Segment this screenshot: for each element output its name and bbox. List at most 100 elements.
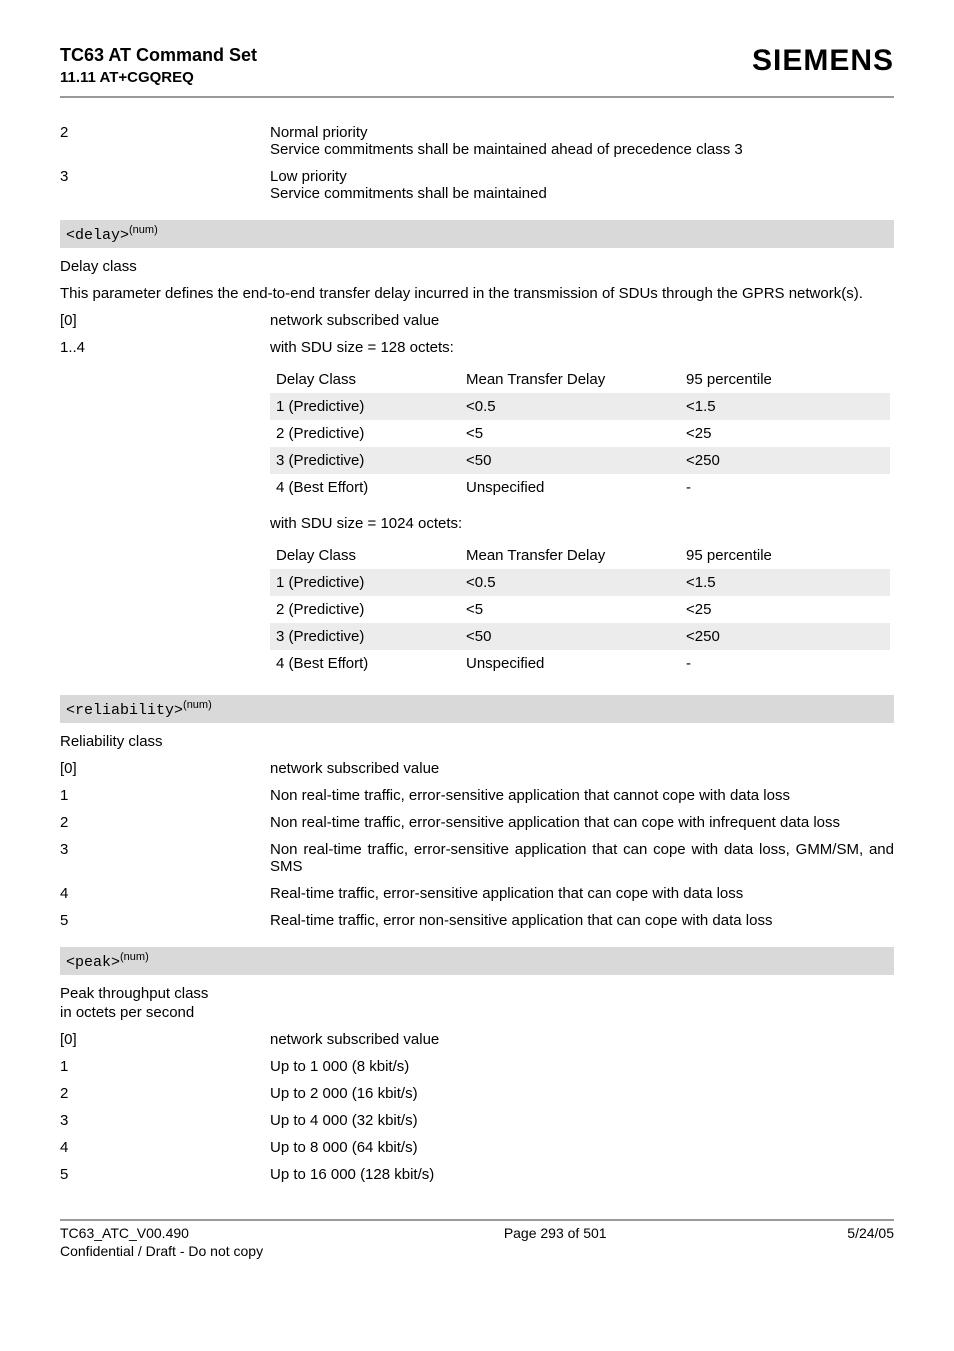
table-cell: - [680, 474, 890, 501]
kv-key: 3 [60, 1112, 270, 1129]
table-cell: 1 (Predictive) [270, 393, 460, 420]
kv-value: Real-time traffic, error-sensitive appli… [270, 885, 894, 902]
kv-value: Non real-time traffic, error-sensitive a… [270, 787, 894, 804]
kv-row: [0]network subscribed value [60, 312, 894, 329]
table-cell: 3 (Predictive) [270, 623, 460, 650]
kv-key: 2 [60, 1085, 270, 1102]
header-sub: 11.11 AT+CGQREQ [60, 69, 257, 86]
table-cell: <1.5 [680, 569, 890, 596]
table-row: 2 (Predictive)<5<25 [270, 596, 890, 623]
delay-caption-1024: with SDU size = 1024 octets: [270, 515, 894, 532]
kv-value: network subscribed value [270, 1031, 894, 1048]
table-cell: <0.5 [460, 569, 680, 596]
delay-label: Delay class [60, 258, 894, 275]
delay-table-1024: Delay ClassMean Transfer Delay95 percent… [270, 542, 890, 677]
kv-row: 4Up to 8 000 (64 kbit/s) [60, 1139, 894, 1156]
kv-value: network subscribed value [270, 760, 894, 777]
reliability-label: Reliability class [60, 733, 894, 750]
kv-row: 3Up to 4 000 (32 kbit/s) [60, 1112, 894, 1129]
kv-row: 1..4with SDU size = 128 octets: [60, 339, 894, 356]
footer-rule [60, 1219, 894, 1221]
header-title: TC63 AT Command Set [60, 44, 257, 67]
kv-value: Up to 1 000 (8 kbit/s) [270, 1058, 894, 1075]
kv-row: 1Non real-time traffic, error-sensitive … [60, 787, 894, 804]
kv-value: Up to 2 000 (16 kbit/s) [270, 1085, 894, 1102]
kv-value: Non real-time traffic, error-sensitive a… [270, 814, 894, 831]
delay-table-128: Delay ClassMean Transfer Delay95 percent… [270, 366, 890, 501]
kv-key: [0] [60, 312, 270, 329]
page-footer: TC63_ATC_V00.490 Confidential / Draft - … [60, 1225, 894, 1259]
header-rule [60, 96, 894, 98]
kv-value: Up to 8 000 (64 kbit/s) [270, 1139, 894, 1156]
table-row: 3 (Predictive)<50<250 [270, 623, 890, 650]
param-peak-sup: (num) [120, 951, 149, 963]
table-row: 1 (Predictive)<0.5<1.5 [270, 393, 890, 420]
kv-row: 5Real-time traffic, error non-sensitive … [60, 912, 894, 929]
kv-key: 2 [60, 124, 270, 158]
table-row: 4 (Best Effort)Unspecified- [270, 474, 890, 501]
table-cell: <50 [460, 447, 680, 474]
table-row: 3 (Predictive)<50<250 [270, 447, 890, 474]
kv-key: 3 [60, 841, 270, 875]
kv-row: 3Low priority Service commitments shall … [60, 168, 894, 202]
kv-row: [0]network subscribed value [60, 1031, 894, 1048]
kv-key: [0] [60, 760, 270, 777]
kv-key: [0] [60, 1031, 270, 1048]
table-header-cell: 95 percentile [680, 542, 890, 569]
kv-value: Normal priority Service commitments shal… [270, 124, 894, 158]
table-cell: Unspecified [460, 474, 680, 501]
kv-key: 1 [60, 1058, 270, 1075]
table-header-cell: Mean Transfer Delay [460, 542, 680, 569]
brand-logo: SIEMENS [752, 44, 894, 78]
param-peak-code: <peak> [66, 954, 120, 971]
param-delay-heading: <delay>(num) [60, 220, 894, 248]
table-row: 4 (Best Effort)Unspecified- [270, 650, 890, 677]
table-cell: 4 (Best Effort) [270, 650, 460, 677]
table-cell: <5 [460, 596, 680, 623]
table-cell: Unspecified [460, 650, 680, 677]
table-cell: <250 [680, 447, 890, 474]
table-cell: <25 [680, 596, 890, 623]
kv-value: Non real-time traffic, error-sensitive a… [270, 841, 894, 875]
kv-key: 4 [60, 1139, 270, 1156]
kv-value: Up to 16 000 (128 kbit/s) [270, 1166, 894, 1183]
footer-left-2: Confidential / Draft - Do not copy [60, 1243, 263, 1259]
table-cell: 4 (Best Effort) [270, 474, 460, 501]
table-cell: 2 (Predictive) [270, 420, 460, 447]
footer-right: 5/24/05 [847, 1225, 894, 1259]
kv-key: 1..4 [60, 339, 270, 356]
header-left: TC63 AT Command Set 11.11 AT+CGQREQ [60, 44, 257, 86]
delay-desc: This parameter defines the end-to-end tr… [60, 285, 894, 302]
table-cell: <50 [460, 623, 680, 650]
kv-key: 5 [60, 912, 270, 929]
kv-key: 3 [60, 168, 270, 202]
table-header-cell: 95 percentile [680, 366, 890, 393]
kv-value: Low priority Service commitments shall b… [270, 168, 894, 202]
table-cell: <250 [680, 623, 890, 650]
kv-key: 1 [60, 787, 270, 804]
kv-key: 2 [60, 814, 270, 831]
table-header-cell: Mean Transfer Delay [460, 366, 680, 393]
kv-row: [0]network subscribed value [60, 760, 894, 777]
table-cell: <0.5 [460, 393, 680, 420]
table-cell: 2 (Predictive) [270, 596, 460, 623]
param-reliability-code: <reliability> [66, 702, 183, 719]
kv-row: 3Non real-time traffic, error-sensitive … [60, 841, 894, 875]
kv-row: 1Up to 1 000 (8 kbit/s) [60, 1058, 894, 1075]
table-cell: 3 (Predictive) [270, 447, 460, 474]
kv-value: network subscribed value [270, 312, 894, 329]
table-cell: - [680, 650, 890, 677]
param-delay-code: <delay> [66, 227, 129, 244]
kv-row: 2Non real-time traffic, error-sensitive … [60, 814, 894, 831]
param-reliability-heading: <reliability>(num) [60, 695, 894, 723]
kv-row: 2Normal priority Service commitments sha… [60, 124, 894, 158]
table-cell: <5 [460, 420, 680, 447]
peak-sublabel: in octets per second [60, 1004, 894, 1021]
table-row: 1 (Predictive)<0.5<1.5 [270, 569, 890, 596]
kv-key: 5 [60, 1166, 270, 1183]
kv-row: 4Real-time traffic, error-sensitive appl… [60, 885, 894, 902]
param-delay-sup: (num) [129, 224, 158, 236]
kv-key: 4 [60, 885, 270, 902]
param-peak-heading: <peak>(num) [60, 947, 894, 975]
peak-label: Peak throughput class [60, 985, 894, 1002]
